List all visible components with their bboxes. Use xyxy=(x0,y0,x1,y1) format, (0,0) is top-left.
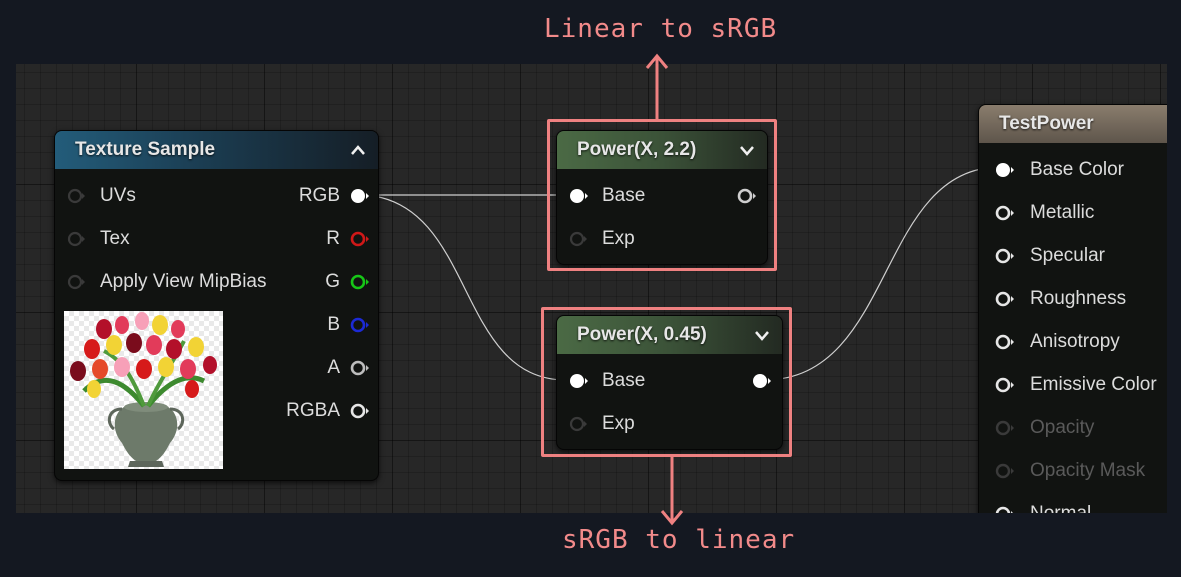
input-pin-icon[interactable] xyxy=(995,161,1014,179)
output-a[interactable]: A xyxy=(268,356,369,380)
input-label: Tex xyxy=(100,228,130,249)
wire-rgb-to-power-bottom xyxy=(365,194,567,381)
input-uvs[interactable]: UVs xyxy=(67,184,267,208)
input-tex[interactable]: Tex xyxy=(67,227,267,251)
callout-box-bottom xyxy=(541,307,792,457)
input-pin-icon[interactable] xyxy=(995,376,1014,394)
output-label: RGB xyxy=(298,185,340,206)
callout-box-top xyxy=(547,119,777,271)
output-pin-icon[interactable] xyxy=(350,230,369,248)
output-r[interactable]: R xyxy=(268,227,369,251)
input-pin-icon[interactable] xyxy=(67,273,85,291)
output-label: A xyxy=(327,357,340,378)
input-label: Normal xyxy=(1030,502,1091,513)
output-pin-icon[interactable] xyxy=(350,359,369,377)
result-input-row[interactable]: Opacity xyxy=(995,416,1167,440)
chevron-up-icon[interactable] xyxy=(350,131,366,184)
input-label: Anisotropy xyxy=(1030,331,1120,352)
input-apply-view-mipbias[interactable]: Apply View MipBias xyxy=(67,270,297,294)
result-input-row[interactable]: Specular xyxy=(995,244,1167,268)
output-rgba[interactable]: RGBA xyxy=(268,399,369,423)
texture-sample-node[interactable]: Texture Sample UVs Tex Apply View MipBia… xyxy=(54,130,379,481)
input-pin-icon[interactable] xyxy=(995,419,1014,437)
input-label: Opacity xyxy=(1030,417,1095,438)
input-pin-icon[interactable] xyxy=(67,230,85,248)
result-input-row[interactable]: Roughness xyxy=(995,287,1167,311)
material-graph-canvas[interactable]: Texture Sample UVs Tex Apply View MipBia… xyxy=(16,64,1167,513)
result-input-row[interactable]: Opacity Mask xyxy=(995,459,1167,483)
testpower-result-node[interactable]: TestPower Base Color Metallic Specular Roug… xyxy=(978,104,1167,513)
annotation-bottom: sRGB to linear xyxy=(562,525,796,555)
input-pin-icon[interactable] xyxy=(995,290,1014,308)
arrow-up-icon xyxy=(645,53,669,120)
input-label: Metallic xyxy=(1030,202,1095,223)
annotation-top: Linear to sRGB xyxy=(544,14,778,44)
texture-sample-header[interactable]: Texture Sample xyxy=(55,131,378,169)
input-label: Specular xyxy=(1030,245,1105,266)
output-rgb[interactable]: RGB xyxy=(268,184,369,208)
input-pin-icon[interactable] xyxy=(995,204,1014,222)
output-label: G xyxy=(325,271,340,292)
result-input-row[interactable]: Anisotropy xyxy=(995,330,1167,354)
wire-power-bottom-to-base-color xyxy=(763,166,1002,381)
input-pin-icon[interactable] xyxy=(995,247,1014,265)
arrow-down-icon xyxy=(660,457,684,526)
output-label: RGBA xyxy=(286,400,340,421)
output-g[interactable]: G xyxy=(268,270,369,294)
input-label: Emissive Color xyxy=(1030,374,1157,395)
result-input-row[interactable]: Base Color xyxy=(995,158,1167,182)
input-label: Apply View MipBias xyxy=(100,271,267,292)
input-pin-icon[interactable] xyxy=(995,462,1014,480)
result-input-row[interactable]: Normal xyxy=(995,502,1167,513)
tulip-vase-texture-preview xyxy=(64,311,223,469)
result-input-row[interactable]: Emissive Color xyxy=(995,373,1167,397)
result-input-row[interactable]: Metallic xyxy=(995,201,1167,225)
output-label: B xyxy=(327,314,340,335)
testpower-header[interactable]: TestPower xyxy=(979,105,1167,143)
input-pin-icon[interactable] xyxy=(67,187,85,205)
input-label: UVs xyxy=(100,185,136,206)
input-label: Roughness xyxy=(1030,288,1127,309)
input-pin-icon[interactable] xyxy=(995,505,1013,513)
input-pin-icon[interactable] xyxy=(995,333,1014,351)
output-label: R xyxy=(326,228,340,249)
input-label: Base Color xyxy=(1030,159,1124,180)
output-b[interactable]: B xyxy=(268,313,369,337)
output-pin-icon[interactable] xyxy=(350,273,369,291)
node-title: Texture Sample xyxy=(75,139,216,160)
node-title: TestPower xyxy=(999,113,1094,134)
input-label: Opacity Mask xyxy=(1030,460,1146,481)
output-pin-icon[interactable] xyxy=(350,402,369,420)
output-pin-icon[interactable] xyxy=(350,316,369,334)
output-pin-icon[interactable] xyxy=(350,187,369,205)
